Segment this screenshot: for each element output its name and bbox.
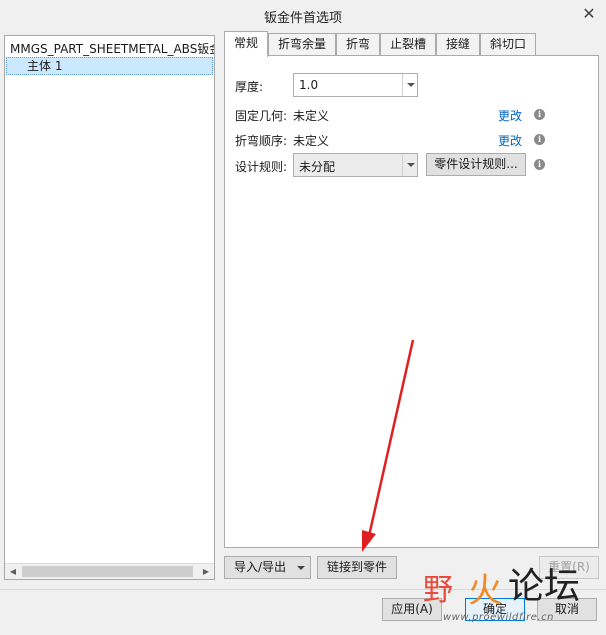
tab-general[interactable]: 常规 [224, 31, 268, 57]
annotation-arrow-icon [362, 339, 415, 552]
